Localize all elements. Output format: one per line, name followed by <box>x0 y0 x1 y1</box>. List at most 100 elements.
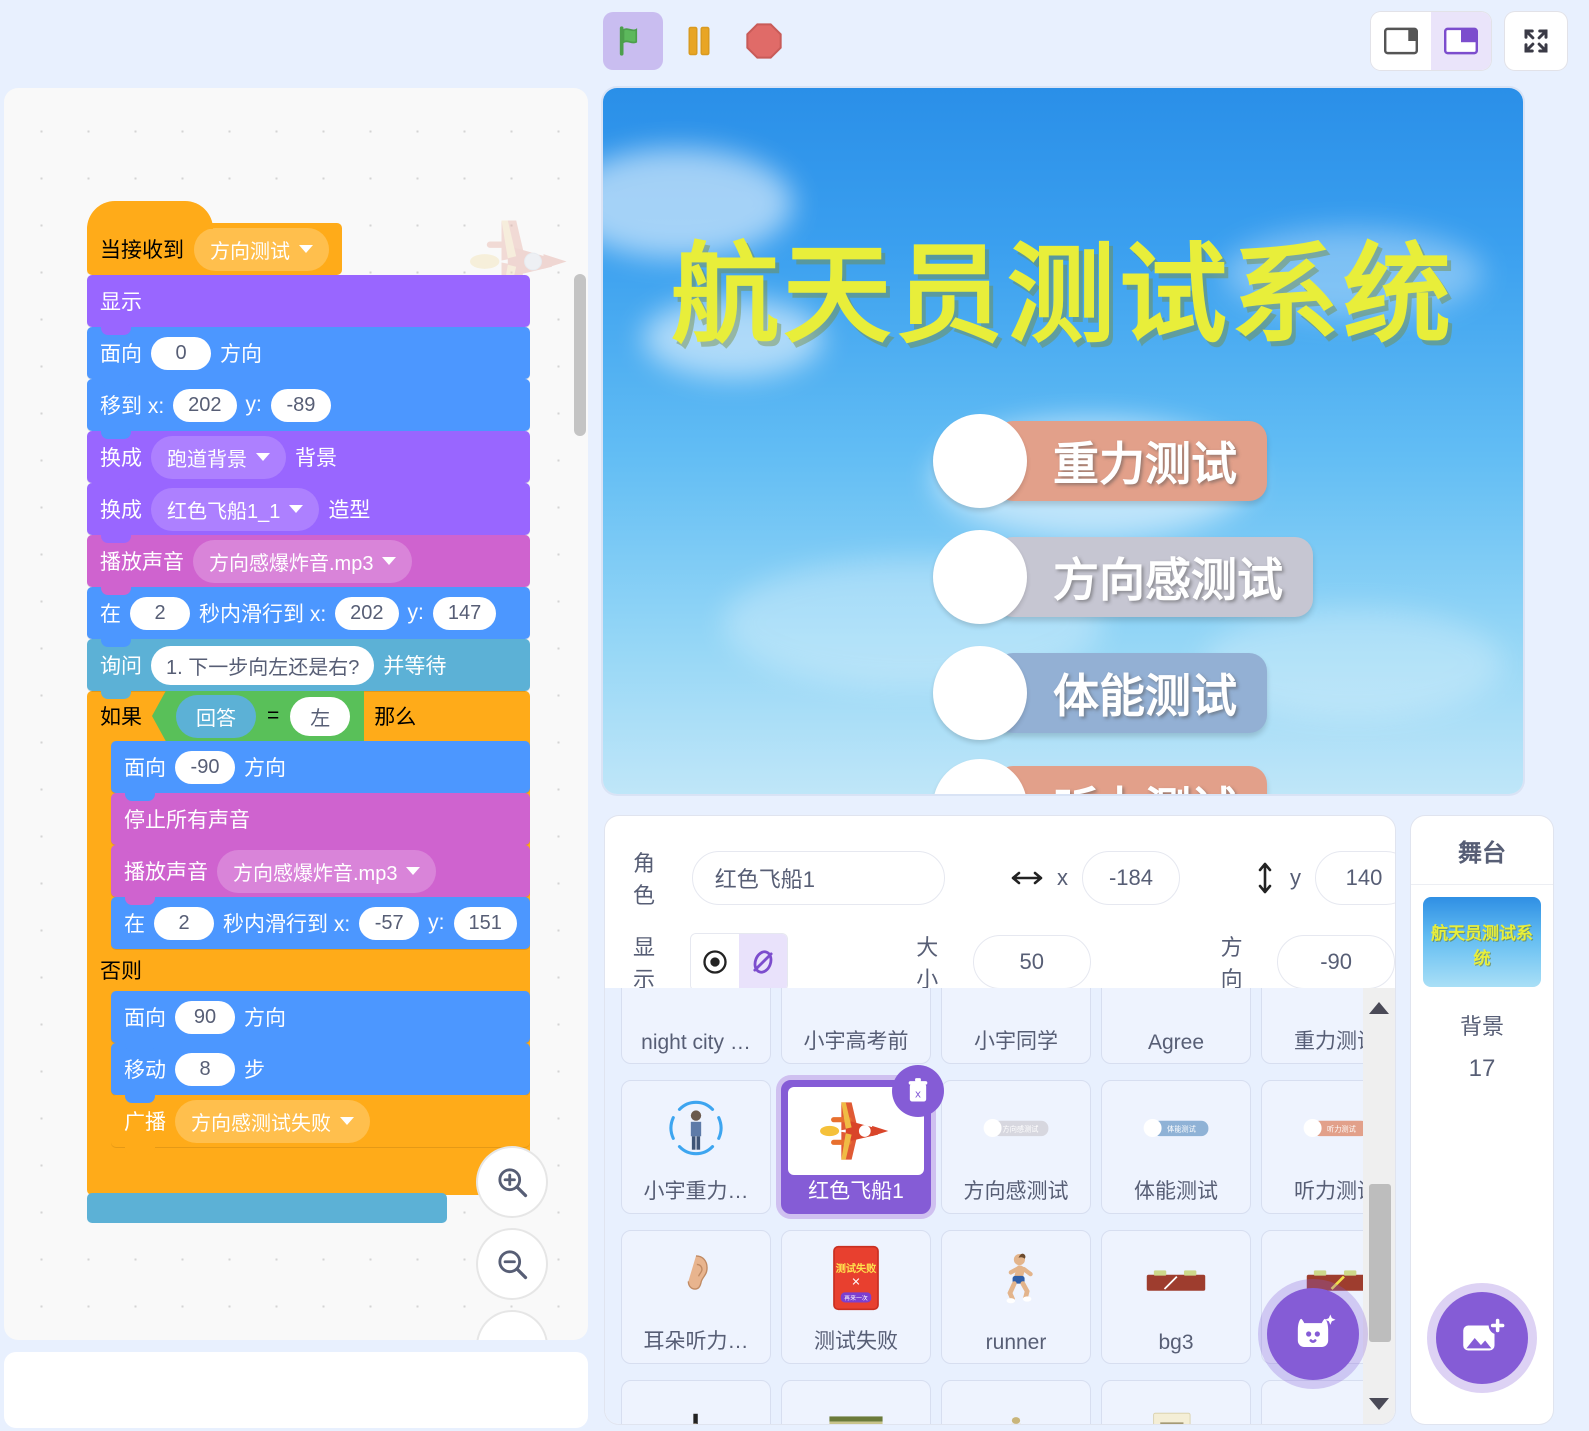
stage-display[interactable]: 航天员测试系统 重力测试 方向感测试 体能测试 听力测试 <box>603 88 1523 794</box>
block-label: 造型 <box>328 499 371 522</box>
hide-sprite-button[interactable] <box>739 934 788 990</box>
show-sprite-button[interactable] <box>691 934 740 990</box>
size-input[interactable]: 50 <box>972 935 1091 989</box>
broadcast-dropdown[interactable]: 方向感测试失败 <box>175 1099 370 1143</box>
stage-button-direction-test[interactable]: 方向感测试 <box>933 530 1313 624</box>
block-when-i-receive[interactable]: 当接收到 方向测试 <box>87 201 342 275</box>
code-workspace[interactable]: 当接收到 方向测试 显示 面向 0 方向 移到 x: 202 y: -89 换成… <box>4 88 588 1340</box>
block-broadcast[interactable]: 广播 方向感测试失败 <box>111 1095 530 1155</box>
x-input[interactable]: 202 <box>335 596 399 630</box>
block-play-sound[interactable]: 播放声音 方向感爆炸音.mp3 <box>87 535 530 595</box>
sprite-card[interactable]: 方向感测试 方向感测试 <box>941 1080 1091 1214</box>
stage-selector-panel[interactable]: 舞台 航天员测试系统 背景 17 <box>1411 816 1553 1424</box>
sprite-card[interactable]: night city … <box>621 988 771 1064</box>
stage-button-gravity-test[interactable]: 重力测试 <box>933 414 1267 508</box>
block-switch-costume[interactable]: 换成 红色飞船1_1 造型 <box>87 483 530 543</box>
block-stop-all-sounds[interactable]: 停止所有声音 <box>111 793 530 853</box>
costume-dropdown[interactable]: 红色飞船1_1 <box>151 487 320 531</box>
block-glide-to-xy[interactable]: 在 2 秒内滑行到 x: -57 y: 151 <box>111 897 530 949</box>
block-notch <box>101 327 131 335</box>
sound-dropdown[interactable]: 方向感爆炸音.mp3 <box>193 539 413 583</box>
block-next-partial[interactable] <box>87 1193 447 1223</box>
block-label: 否则 <box>100 960 142 983</box>
compare-input[interactable]: 左 <box>290 696 351 736</box>
sprite-card[interactable] <box>781 1380 931 1424</box>
block-if-else[interactable]: 如果 回答 = 左 那么 面向 -90 方向 停止所有声音 播放声音 方向感爆炸… <box>87 690 530 1195</box>
scroll-thumb[interactable] <box>1369 1184 1391 1342</box>
y-input[interactable]: -89 <box>270 388 331 422</box>
direction-input[interactable]: -90 <box>1277 935 1395 989</box>
y-input[interactable]: 151 <box>453 906 517 940</box>
x-input[interactable]: -57 <box>359 906 420 940</box>
block-switch-backdrop[interactable]: 换成 跑道背景 背景 <box>87 431 530 491</box>
sprite-card[interactable]: 测试失败 ✕ 再来一次 测试失败 <box>781 1230 931 1364</box>
sprite-card[interactable]: runner <box>941 1230 1091 1364</box>
add-backdrop-button[interactable] <box>1436 1292 1528 1384</box>
x-input[interactable]: 202 <box>173 388 237 422</box>
sprite-card[interactable]: 小宇高考前 <box>781 988 931 1064</box>
fullscreen-button[interactable] <box>1505 12 1567 70</box>
message-dropdown[interactable]: 方向测试 <box>194 227 329 271</box>
backdrop-dropdown[interactable]: 跑道背景 <box>151 435 286 479</box>
stop-button[interactable] <box>735 12 793 70</box>
block-ask-and-wait[interactable]: 询问 1. 下一步向左还是右? 并等待 <box>87 639 530 699</box>
sprite-card[interactable] <box>1101 1380 1251 1424</box>
small-stage-button[interactable] <box>1371 12 1431 70</box>
add-sprite-button[interactable] <box>1267 1288 1359 1380</box>
block-go-to-xy[interactable]: 移到 x: 202 y: -89 <box>87 379 530 439</box>
block-label: 移动 <box>124 1059 166 1082</box>
stage-button-label: 体能测试 <box>995 653 1267 733</box>
seconds-input[interactable]: 2 <box>130 596 190 630</box>
sprite-list[interactable]: night city … 小宇高考前 小宇同学 Agree 重力测试 小宇重力… x 红色飞… <box>605 988 1395 1424</box>
sprite-card[interactable]: 体能测试 体能测试 <box>1101 1080 1251 1214</box>
sprite-card[interactable]: Agree <box>1101 988 1251 1064</box>
y-input[interactable]: 147 <box>432 596 497 630</box>
question-input[interactable]: 1. 下一步向左还是右? <box>151 645 375 685</box>
script-stack[interactable]: 当接收到 方向测试 显示 面向 0 方向 移到 x: 202 y: -89 换成… <box>87 201 530 1223</box>
block-play-sound[interactable]: 播放声音 方向感爆炸音.mp3 <box>111 845 530 905</box>
block-label: 方向 <box>244 1007 286 1030</box>
sound-dropdown[interactable]: 方向感爆炸音.mp3 <box>217 849 437 893</box>
direction-input[interactable]: 90 <box>175 1000 235 1034</box>
sprite-card[interactable]: 小宇重力… <box>621 1080 771 1214</box>
button-circle <box>933 414 1027 508</box>
sprite-card[interactable]: bg3 <box>1101 1230 1251 1364</box>
sprite-thumbnail <box>942 1231 1090 1331</box>
steps-input[interactable]: 8 <box>175 1052 235 1086</box>
sprite-list-scrollbar[interactable] <box>1363 988 1395 1424</box>
sprite-card[interactable] <box>941 1380 1091 1424</box>
pause-icon <box>688 26 710 56</box>
x-input[interactable]: -184 <box>1082 851 1181 905</box>
block-point-in-direction[interactable]: 面向 0 方向 <box>87 327 530 387</box>
stage-thumbnail[interactable]: 航天员测试系统 <box>1423 897 1541 987</box>
stage-button-fitness-test[interactable]: 体能测试 <box>933 646 1267 740</box>
block-glide-to-xy[interactable]: 在 2 秒内滑行到 x: 202 y: 147 <box>87 587 530 647</box>
large-stage-button[interactable] <box>1431 12 1491 70</box>
zoom-in-button[interactable] <box>478 1148 546 1216</box>
stage-button-hearing-test[interactable]: 听力测试 <box>933 759 1267 794</box>
sprite-card[interactable] <box>621 1380 771 1424</box>
block-equals-operator[interactable]: 回答 = 左 <box>152 690 365 742</box>
direction-input[interactable]: -90 <box>175 750 235 784</box>
code-vertical-scrollbar[interactable] <box>574 274 586 436</box>
green-flag-button[interactable] <box>603 12 663 70</box>
sprite-card[interactable]: x 红色飞船1 <box>781 1065 944 1214</box>
answer-reporter[interactable]: 回答 <box>176 694 256 738</box>
scroll-up-arrow-icon[interactable] <box>1369 1002 1389 1014</box>
sprite-card[interactable]: 耳朵听力… <box>621 1230 771 1364</box>
block-label: 播放声音 <box>124 861 208 884</box>
block-move-steps[interactable]: 移动 8 步 <box>111 1043 530 1103</box>
delete-sprite-button[interactable]: x <box>892 1065 944 1117</box>
block-point-in-direction[interactable]: 面向 90 方向 <box>111 991 530 1051</box>
pause-button[interactable] <box>673 12 725 70</box>
sprite-card[interactable]: 小宇同学 <box>941 988 1091 1064</box>
scroll-down-arrow-icon[interactable] <box>1369 1398 1389 1410</box>
seconds-input[interactable]: 2 <box>154 906 214 940</box>
y-input[interactable]: 140 <box>1315 851 1395 905</box>
direction-input[interactable]: 0 <box>151 336 211 370</box>
block-show[interactable]: 显示 <box>87 275 530 335</box>
sprite-name-input[interactable]: 红色飞船1 <box>691 851 946 905</box>
zoom-out-button[interactable] <box>478 1230 546 1298</box>
zoom-reset-button[interactable] <box>478 1312 546 1340</box>
block-point-in-direction[interactable]: 面向 -90 方向 <box>111 741 530 801</box>
